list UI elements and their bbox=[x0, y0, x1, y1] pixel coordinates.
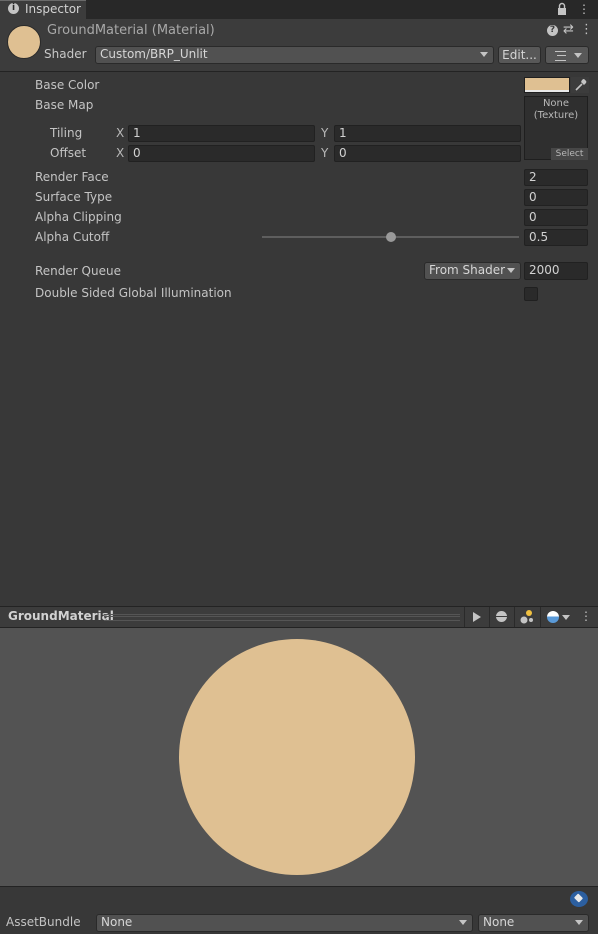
material-title: GroundMaterial (Material) bbox=[47, 23, 215, 38]
asset-bundle-label: AssetBundle bbox=[6, 915, 81, 929]
tab-bar bbox=[0, 0, 598, 19]
offset-x-label: X bbox=[116, 146, 125, 160]
tiling-label: Tiling bbox=[50, 126, 83, 140]
tiling-x-label: X bbox=[116, 126, 125, 140]
alpha-clipping-label: Alpha Clipping bbox=[35, 210, 122, 224]
edit-shader-button[interactable]: Edit... bbox=[498, 46, 541, 64]
preview-resize-handle[interactable] bbox=[104, 614, 460, 621]
preset-icon[interactable]: ⇄ bbox=[563, 22, 574, 37]
chevron-down-icon bbox=[575, 920, 583, 925]
label-tag-icon[interactable] bbox=[570, 891, 588, 907]
chevron-down-icon bbox=[459, 920, 467, 925]
preview-lights-icon[interactable] bbox=[514, 607, 538, 627]
double-sided-gi-checkbox[interactable] bbox=[524, 287, 538, 301]
tiling-y-field[interactable]: 1 bbox=[334, 125, 521, 142]
eyedropper-icon[interactable] bbox=[571, 77, 589, 93]
offset-x-field[interactable]: 0 bbox=[128, 145, 315, 162]
preview-background-button[interactable] bbox=[540, 607, 574, 627]
texture-none-text: None (Texture) bbox=[524, 98, 588, 122]
chevron-down-icon bbox=[507, 268, 515, 273]
info-icon: i bbox=[8, 3, 19, 14]
render-face-label: Render Face bbox=[35, 170, 109, 184]
skybox-icon bbox=[547, 611, 559, 623]
chevron-down-icon bbox=[480, 52, 488, 57]
tab-title: Inspector bbox=[25, 2, 81, 16]
base-color-label: Base Color bbox=[35, 78, 100, 92]
asset-bundle-name-value: None bbox=[101, 915, 133, 929]
texture-type-line: (Texture) bbox=[533, 110, 579, 121]
render-queue-field[interactable]: 2000 bbox=[524, 262, 588, 280]
lights-icon bbox=[520, 610, 533, 624]
tiling-x-field[interactable]: 1 bbox=[128, 125, 315, 142]
render-queue-dropdown[interactable]: From Shader bbox=[424, 262, 521, 280]
tiling-y-label: Y bbox=[321, 126, 329, 140]
chevron-down-icon bbox=[562, 615, 570, 620]
material-thumbnail bbox=[7, 25, 41, 59]
render-queue-label: Render Queue bbox=[35, 264, 121, 278]
base-color-field[interactable] bbox=[524, 77, 570, 93]
preview-title: GroundMaterial bbox=[8, 609, 114, 623]
asset-bundle-variant-dropdown[interactable]: None bbox=[478, 914, 589, 932]
kebab-menu-icon[interactable]: ⋮ bbox=[580, 609, 592, 623]
asset-bundle-name-dropdown[interactable]: None bbox=[96, 914, 473, 932]
lock-icon[interactable] bbox=[557, 2, 567, 16]
offset-y-field[interactable]: 0 bbox=[334, 145, 521, 162]
shader-dropdown[interactable]: Custom/BRP_Unlit bbox=[95, 46, 494, 64]
chevron-down-icon bbox=[574, 53, 582, 58]
double-sided-gi-label: Double Sided Global Illumination bbox=[35, 286, 232, 300]
alpha-cutoff-label: Alpha Cutoff bbox=[35, 230, 110, 244]
help-icon[interactable]: ? bbox=[547, 25, 558, 36]
shader-options-button[interactable] bbox=[545, 46, 589, 64]
shader-value: Custom/BRP_Unlit bbox=[100, 47, 208, 61]
surface-type-label: Surface Type bbox=[35, 190, 113, 204]
play-icon[interactable] bbox=[464, 607, 488, 627]
alpha-clipping-field[interactable]: 0 bbox=[524, 209, 588, 226]
texture-select-button[interactable]: Select bbox=[551, 148, 588, 160]
texture-none-line: None bbox=[542, 98, 570, 109]
asset-bundle-variant-value: None bbox=[483, 915, 515, 929]
alpha-cutoff-field[interactable]: 0.5 bbox=[524, 229, 588, 246]
preview-sphere bbox=[179, 639, 415, 875]
list-icon bbox=[555, 51, 566, 61]
base-map-label: Base Map bbox=[35, 98, 94, 112]
preview-mesh-icon[interactable] bbox=[489, 607, 513, 627]
surface-type-field[interactable]: 0 bbox=[524, 189, 588, 206]
render-queue-mode: From Shader bbox=[429, 263, 506, 277]
offset-label: Offset bbox=[50, 146, 87, 160]
shader-label: Shader bbox=[44, 47, 87, 61]
kebab-menu-icon[interactable]: ⋮ bbox=[578, 2, 590, 16]
offset-y-label: Y bbox=[321, 146, 329, 160]
kebab-menu-icon[interactable]: ⋮ bbox=[580, 22, 593, 37]
alpha-cutoff-slider-thumb[interactable] bbox=[385, 232, 396, 242]
render-face-field[interactable]: 2 bbox=[524, 169, 588, 186]
